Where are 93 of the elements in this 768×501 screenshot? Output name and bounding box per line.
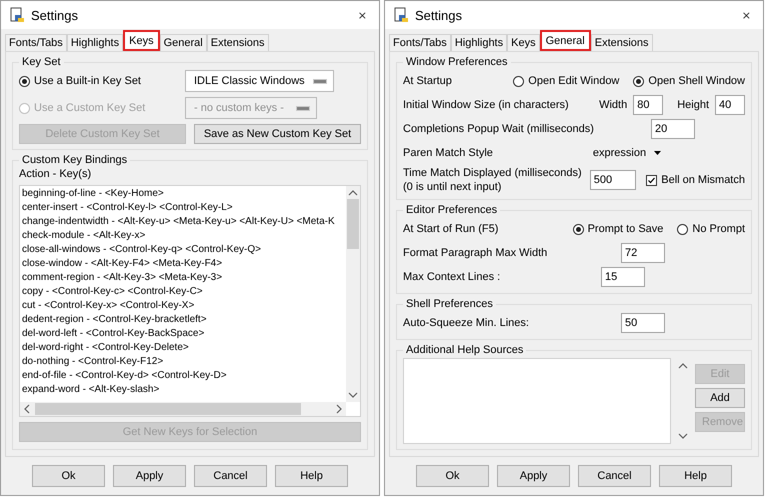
- field-label: Format Paragraph Max Width: [403, 247, 548, 259]
- group-title: Custom Key Bindings: [21, 154, 128, 166]
- field-label: Auto-Squeeze Min. Lines:: [403, 317, 529, 329]
- list-item[interactable]: do-nothing - <Control-Key-F12>: [22, 355, 344, 369]
- tab[interactable]: Fonts/Tabs: [5, 34, 67, 51]
- list-item[interactable]: cut - <Control-Key-x> <Control-Key-X>: [22, 299, 344, 313]
- list-item[interactable]: close-all-windows - <Control-Key-q> <Control-Key-Q>: [22, 243, 344, 257]
- app-icon: [393, 7, 409, 23]
- radio-button[interactable]: [19, 76, 30, 86]
- list-item[interactable]: close-window - <Alt-Key-F4> <Meta-Key-F4>: [22, 257, 344, 271]
- dialog-button[interactable]: Apply: [497, 465, 570, 487]
- dropdown-indicator-icon: [312, 78, 327, 84]
- chevron-down-icon[interactable]: [348, 391, 358, 399]
- dialog-button[interactable]: Cancel: [194, 465, 267, 487]
- field-label: Width: [599, 99, 628, 111]
- chevron-down-icon[interactable]: [678, 432, 688, 440]
- group-title: Additional Help Sources: [405, 344, 524, 356]
- checkbox-label: Bell on Mismatch: [661, 174, 745, 186]
- input-field[interactable]: 40: [715, 95, 745, 115]
- list-header: Action - Key(s): [19, 168, 92, 180]
- close-button[interactable]: ×: [354, 8, 371, 22]
- field-label: At Startup: [403, 75, 452, 87]
- checkbox[interactable]: [646, 174, 658, 186]
- input-field[interactable]: 72: [621, 243, 665, 263]
- dropdown-indicator-icon: [296, 106, 310, 110]
- field-label: At Start of Run (F5): [403, 223, 498, 235]
- radio-button[interactable]: [572, 224, 584, 234]
- dialog-button[interactable]: Apply: [113, 465, 186, 487]
- dialog-button[interactable]: Help: [275, 465, 348, 487]
- tab[interactable]: Highlights: [66, 34, 124, 51]
- dialog-button[interactable]: Ok: [416, 465, 489, 487]
- tab[interactable]: Keys: [123, 30, 160, 51]
- tab[interactable]: Keys: [507, 34, 540, 51]
- radio-label: No Prompt: [692, 223, 745, 235]
- dialog-button[interactable]: Cancel: [578, 465, 651, 487]
- close-button[interactable]: ×: [738, 8, 755, 22]
- list-item[interactable]: check-module - <Alt-Key-x>: [22, 229, 344, 243]
- list-item[interactable]: expand-word - <Alt-Key-slash>: [22, 383, 344, 397]
- group-title: Editor Preferences: [405, 204, 498, 216]
- radio-button[interactable]: [677, 224, 688, 234]
- group-title: Window Preferences: [405, 56, 508, 68]
- tab[interactable]: Extensions: [590, 34, 653, 51]
- field-label: Paren Match Style: [403, 147, 493, 159]
- chevron-up-icon[interactable]: [348, 189, 358, 197]
- dialog-button[interactable]: Ok: [32, 465, 105, 487]
- group-title: Key Set: [21, 56, 62, 68]
- group-title: Shell Preferences: [405, 298, 494, 310]
- input-field[interactable]: 15: [601, 267, 645, 287]
- tab[interactable]: General: [540, 30, 591, 51]
- tab[interactable]: Highlights: [450, 34, 508, 51]
- tab[interactable]: Fonts/Tabs: [389, 34, 451, 51]
- dialog-button[interactable]: Help: [659, 465, 732, 487]
- app-icon: [9, 7, 25, 23]
- list-item[interactable]: end-of-file - <Control-Key-d> <Control-Key-D>: [22, 369, 344, 383]
- scrollbar-thumb[interactable]: [347, 199, 359, 249]
- list-item[interactable]: center-insert - <Control-Key-l> <Control-Key-L>: [22, 201, 344, 215]
- input-field[interactable]: 50: [621, 313, 665, 333]
- field-label: Height: [677, 99, 709, 111]
- list-item[interactable]: change-indentwidth - <Alt-Key-u> <Meta-Key-u> <Alt-Key-U> <Meta-K: [22, 215, 344, 229]
- chevron-left-icon[interactable]: [23, 404, 31, 414]
- tab[interactable]: General: [160, 34, 207, 51]
- input-field[interactable]: 80: [633, 95, 664, 115]
- input-field[interactable]: 20: [651, 119, 695, 139]
- window-title: Settings: [31, 8, 79, 22]
- window-title: Settings: [415, 8, 463, 22]
- field-label: Initial Window Size (in characters): [403, 99, 569, 111]
- field-note: (0 is until next input): [403, 180, 502, 194]
- chevron-up-icon[interactable]: [678, 362, 688, 370]
- field-label: Completions Popup Wait (milliseconds): [403, 123, 594, 135]
- radio-label: Open Edit Window: [528, 75, 620, 87]
- field-label: Max Context Lines :: [403, 271, 500, 283]
- list-item[interactable]: copy - <Control-Key-c> <Control-Key-C>: [22, 285, 344, 299]
- scrollbar-thumb[interactable]: [35, 403, 301, 415]
- radio-label: Open Shell Window: [648, 75, 745, 87]
- list-item[interactable]: del-word-left - <Control-Key-BackSpace>: [22, 327, 344, 341]
- action-button[interactable]: Add: [695, 388, 745, 408]
- radio-button[interactable]: [513, 76, 524, 86]
- list-item[interactable]: del-word-right - <Control-Key-Delete>: [22, 341, 344, 355]
- chevron-right-icon[interactable]: [335, 404, 343, 414]
- tab[interactable]: Extensions: [206, 34, 269, 51]
- list-item[interactable]: comment-region - <Alt-Key-3> <Meta-Key-3>: [22, 271, 344, 285]
- list-item[interactable]: beginning-of-line - <Key-Home>: [22, 187, 344, 201]
- list-item[interactable]: dedent-region - <Control-Key-bracketleft>: [22, 313, 344, 327]
- radio-label: Use a Custom Key Set: [34, 102, 146, 114]
- radio-button[interactable]: [633, 76, 644, 86]
- dropdown[interactable]: IDLE Classic Windows: [185, 70, 334, 92]
- dropdown[interactable]: expression: [592, 142, 662, 164]
- dropdown-arrow-icon: [654, 151, 662, 155]
- action-button[interactable]: Save as New Custom Key Set: [194, 124, 361, 144]
- radio-label: Prompt to Save: [588, 223, 664, 235]
- field-label: Time Match Displayed (milliseconds): [403, 166, 582, 180]
- radio-label: Use a Built-in Key Set: [34, 75, 141, 87]
- input-field[interactable]: 500: [590, 170, 636, 190]
